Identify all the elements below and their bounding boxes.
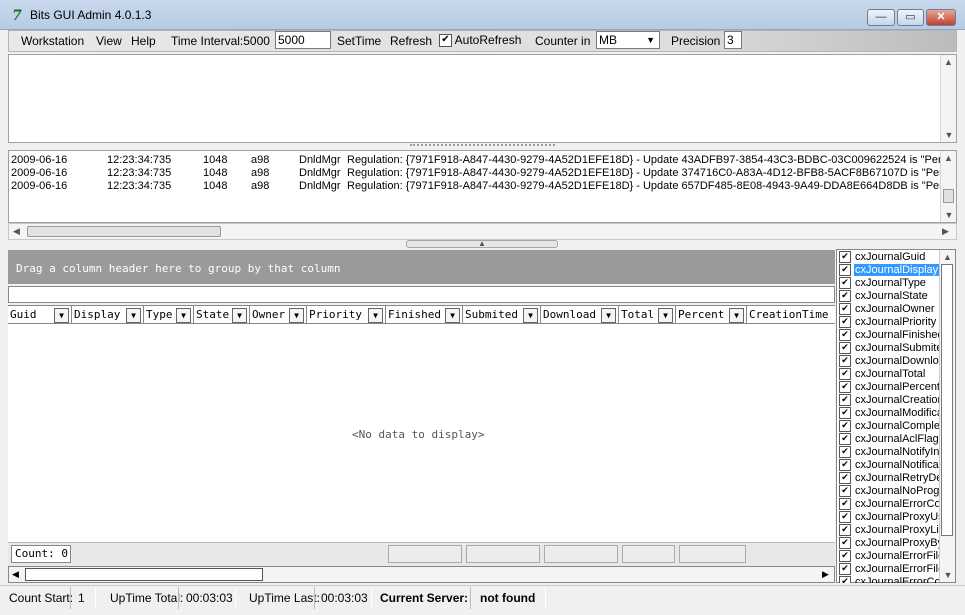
scroll-down-icon[interactable]: ▼ [941, 210, 957, 220]
checkbox-checked-icon[interactable]: ✔ [839, 342, 851, 355]
checkbox-checked-icon[interactable]: ✔ [839, 303, 851, 316]
uptime-last-value: 00:03:03 [321, 591, 368, 605]
checkbox-checked-icon[interactable]: ✔ [839, 576, 851, 583]
column-chooser-label: cxJournalNotifyInt [855, 446, 939, 458]
checkbox-checked-icon[interactable]: ✔ [839, 446, 851, 459]
column-chooser-item[interactable]: ✔ cxJournalProxyBy [839, 537, 939, 550]
checkbox-checked-icon[interactable]: ✔ [839, 498, 851, 511]
uptime-total-label: UpTime Total: [110, 591, 184, 605]
column-chooser-item[interactable]: ✔ cxJournalFinished [839, 329, 939, 342]
column-chooser-label: cxJournalNotificat [855, 459, 939, 471]
scroll-thumb[interactable] [943, 189, 954, 203]
column-chooser-item[interactable]: ✔ cxJournalType [839, 277, 927, 290]
column-chooser-label: cxJournalModifica [855, 407, 939, 419]
column-chooser-label: cxJournalDownload [855, 355, 939, 367]
checkbox-checked-icon[interactable]: ✔ [839, 485, 851, 498]
column-chooser-item[interactable]: ✔ cxJournalComplet [839, 420, 939, 433]
column-chooser-item[interactable]: ✔ cxJournalErrorCo [839, 498, 939, 511]
column-chooser-item[interactable]: ✔ cxJournalAclFlags [839, 433, 939, 446]
scroll-up-icon[interactable]: ▲ [941, 153, 956, 163]
column-chooser-label: cxJournalDisplay [854, 264, 939, 276]
column-chooser-item[interactable]: ✔ cxJournalState [839, 290, 929, 303]
scroll-up-icon[interactable]: ▲ [941, 57, 956, 67]
details-vertical-scrollbar[interactable]: ▲ ▼ [940, 55, 956, 142]
column-list-scrollbar[interactable]: ▲ ▼ [939, 250, 955, 582]
column-chooser-label: cxJournalPriority [855, 316, 937, 328]
checkbox-checked-icon[interactable]: ✔ [839, 251, 851, 264]
column-chooser-item[interactable]: ✔ cxJournalPercent [839, 381, 939, 394]
count-start-label: Count Start: [9, 591, 74, 605]
uptime-total-value: 00:03:03 [186, 591, 233, 605]
column-chooser-item[interactable]: ✔ cxJournalOwner [839, 303, 935, 316]
scroll-down-icon[interactable]: ▼ [940, 570, 956, 580]
checkbox-checked-icon[interactable]: ✔ [839, 381, 851, 394]
column-chooser-label: cxJournalSubmited [855, 342, 939, 354]
checkbox-checked-icon[interactable]: ✔ [839, 511, 851, 524]
column-chooser-label: cxJournalRetryDe [855, 472, 939, 484]
checkbox-checked-icon[interactable]: ✔ [839, 407, 851, 420]
column-chooser-item[interactable]: ✔ cxJournalSubmited [839, 342, 939, 355]
column-chooser-label: cxJournalFinished [855, 329, 939, 341]
column-chooser-item[interactable]: ✔ cxJournalErrorFile [839, 563, 939, 576]
column-chooser-label: cxJournalNoProgr [855, 485, 939, 497]
scroll-thumb[interactable] [941, 264, 953, 536]
column-chooser-item[interactable]: ✔ cxJournalGuid [839, 251, 926, 264]
checkbox-checked-icon[interactable]: ✔ [839, 550, 851, 563]
scroll-down-icon[interactable]: ▼ [941, 130, 957, 140]
column-chooser-item[interactable]: ✔ cxJournalNoProgr [839, 485, 939, 498]
checkbox-checked-icon[interactable]: ✔ [839, 459, 851, 472]
column-chooser-label: cxJournalType [855, 277, 926, 289]
uptime-last-label: UpTime Last: [249, 591, 320, 605]
checkbox-checked-icon[interactable]: ✔ [839, 277, 851, 290]
column-chooser-label: cxJournalTotal [855, 368, 926, 380]
checkbox-checked-icon[interactable]: ✔ [839, 394, 851, 407]
column-chooser-item[interactable]: ✔ cxJournalModifica [839, 407, 939, 420]
checkbox-checked-icon[interactable]: ✔ [839, 472, 851, 485]
column-chooser-label: cxJournalErrorFile [855, 563, 939, 575]
current-server-label: Current Server: [380, 591, 469, 605]
column-chooser-label: cxJournalComplet [855, 420, 939, 432]
column-chooser-label: cxJournalPercent [855, 381, 939, 393]
column-chooser-label: cxJournalGuid [855, 251, 926, 263]
checkbox-checked-icon[interactable]: ✔ [839, 563, 851, 576]
count-start-value: 1 [78, 591, 85, 605]
checkbox-checked-icon[interactable]: ✔ [839, 355, 851, 368]
checkbox-checked-icon[interactable]: ✔ [839, 264, 851, 277]
column-chooser-items: ✔ cxJournalGuid ✔ cxJournalDisplay ✔ cxJourna… [0, 0, 939, 583]
column-chooser-label: cxJournalProxyBy [855, 537, 939, 549]
column-chooser-label: cxJournalErrorCo [855, 576, 939, 583]
checkbox-checked-icon[interactable]: ✔ [839, 290, 851, 303]
column-chooser-item[interactable]: ✔ cxJournalErrorFile [839, 550, 939, 563]
column-chooser-label: cxJournalProxyUs [855, 511, 939, 523]
column-chooser-label: cxJournalErrorCo [855, 498, 939, 510]
column-chooser-label: cxJournalProxyLis [855, 524, 939, 536]
column-chooser-item[interactable]: ✔ cxJournalCreation [839, 394, 939, 407]
column-chooser-label: cxJournalCreation [855, 394, 939, 406]
scroll-right-icon[interactable]: ▶ [942, 226, 949, 237]
column-chooser-item[interactable]: ✔ cxJournalErrorCo [839, 576, 939, 583]
checkbox-checked-icon[interactable]: ✔ [839, 420, 851, 433]
column-chooser-item[interactable]: ✔ cxJournalNotifyInt [839, 446, 939, 459]
checkbox-checked-icon[interactable]: ✔ [839, 537, 851, 550]
column-chooser-item[interactable]: ✔ cxJournalTotal [839, 368, 926, 381]
column-chooser-label: cxJournalState [855, 290, 928, 302]
column-chooser-item[interactable]: ✔ cxJournalProxyUs [839, 511, 939, 524]
checkbox-checked-icon[interactable]: ✔ [839, 433, 851, 446]
column-chooser-item[interactable]: ✔ cxJournalRetryDe [839, 472, 939, 485]
current-server-value: not found [480, 591, 536, 605]
column-chooser-label: cxJournalAclFlags [855, 433, 939, 445]
checkbox-checked-icon[interactable]: ✔ [839, 368, 851, 381]
checkbox-checked-icon[interactable]: ✔ [839, 524, 851, 537]
checkbox-checked-icon[interactable]: ✔ [839, 316, 851, 329]
column-chooser-item[interactable]: ✔ cxJournalNotificat [839, 459, 939, 472]
column-chooser-item[interactable]: ✔ cxJournalDownload [839, 355, 939, 368]
scroll-up-icon[interactable]: ▲ [940, 252, 955, 262]
column-chooser-item[interactable]: ✔ cxJournalPriority [839, 316, 937, 329]
log-vertical-scrollbar[interactable]: ▲ ▼ [940, 151, 956, 222]
column-chooser-item[interactable]: ✔ cxJournalProxyLis [839, 524, 939, 537]
column-chooser-label: cxJournalErrorFile [855, 550, 939, 562]
column-chooser-item[interactable]: ✔ cxJournalDisplay [839, 264, 939, 277]
checkbox-checked-icon[interactable]: ✔ [839, 329, 851, 342]
column-chooser-label: cxJournalOwner [855, 303, 935, 315]
